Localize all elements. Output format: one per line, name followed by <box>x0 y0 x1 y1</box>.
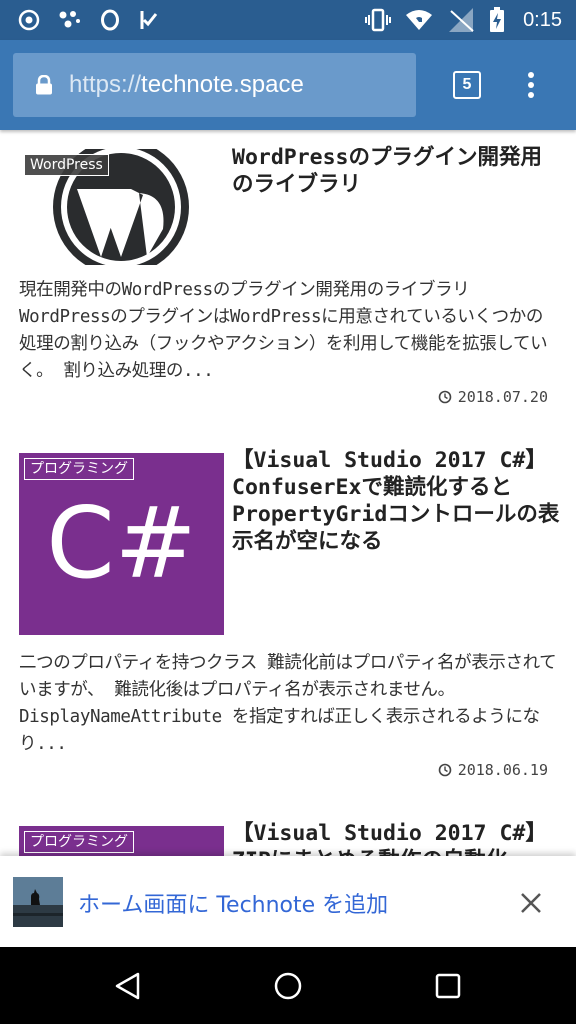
article-date: 2018.07.20 <box>438 388 548 406</box>
clock-icon <box>438 390 451 404</box>
back-icon[interactable] <box>113 971 143 1001</box>
category-badge: プログラミング <box>24 458 134 480</box>
battery-charging-icon <box>490 7 505 32</box>
url-scheme: https:// <box>69 71 142 98</box>
check-flag-icon <box>140 11 158 29</box>
close-icon[interactable] <box>519 891 543 915</box>
article-excerpt: 二つのプロパティを持つクラス 難読化前はプロパティ名が表示されていますが、 難読… <box>19 653 557 754</box>
article-excerpt: 現在開発中のWordPressのプラグイン開発用のライブラリ WordPress… <box>19 280 548 381</box>
add-to-home-banner[interactable]: ホーム画面に Technote を追加 <box>0 856 576 947</box>
status-time: 0:15 <box>523 8 562 31</box>
category-badge: プログラミング <box>24 831 134 853</box>
article-date: 2018.06.19 <box>438 761 548 779</box>
system-nav-bar <box>0 947 576 1024</box>
url-text: https://technote.space <box>69 71 304 99</box>
article-date-text: 2018.07.20 <box>457 388 548 406</box>
csharp-thumb-text: C# <box>46 487 197 601</box>
article-list: WordPress WordPressのプラグイン開発用のライブラリ 現在開発中… <box>0 130 576 856</box>
article-title[interactable]: WordPressのプラグイン開発用のライブラリ <box>232 144 562 198</box>
overflow-menu-icon[interactable] <box>522 70 540 100</box>
article-date-text: 2018.06.19 <box>457 761 548 779</box>
article-card[interactable]: C# プログラミング 【Visual Studio 2017 C#】Confus… <box>0 447 576 790</box>
article-title[interactable]: 【Visual Studio 2017 C#】ZIPにまとめる動作の自動化 <box>232 820 562 856</box>
article-thumbnail[interactable]: プログラミング <box>19 826 224 856</box>
browser-toolbar: https://technote.space 5 <box>0 40 576 130</box>
opera-icon <box>101 9 119 31</box>
clock-icon <box>438 763 451 777</box>
article-thumbnail[interactable]: WordPress <box>19 149 224 265</box>
article-card[interactable]: WordPress WordPressのプラグイン開発用のライブラリ 現在開発中… <box>0 130 576 430</box>
site-icon <box>13 877 63 927</box>
category-badge: WordPress <box>24 154 109 176</box>
tab-switcher-button[interactable]: 5 <box>453 71 481 99</box>
url-host: technote.space <box>141 71 304 98</box>
article-title[interactable]: 【Visual Studio 2017 C#】ConfuserExで難読化すると… <box>232 447 562 555</box>
status-bar: 0:15 <box>0 0 576 40</box>
article-thumbnail[interactable]: C# プログラミング <box>19 453 224 635</box>
home-icon[interactable] <box>273 971 303 1001</box>
dots-icon <box>59 11 80 28</box>
chrome-icon <box>18 9 40 31</box>
article-card[interactable]: プログラミング 【Visual Studio 2017 C#】ZIPにまとめる動… <box>0 821 576 856</box>
add-to-home-link[interactable]: ホーム画面に Technote を追加 <box>78 887 388 919</box>
wifi-icon <box>406 10 433 30</box>
signal-off-icon <box>449 8 474 32</box>
recents-icon[interactable] <box>433 971 463 1001</box>
vibrate-icon <box>365 8 392 32</box>
lock-icon <box>36 75 52 95</box>
url-bar[interactable]: https://technote.space <box>13 53 416 117</box>
